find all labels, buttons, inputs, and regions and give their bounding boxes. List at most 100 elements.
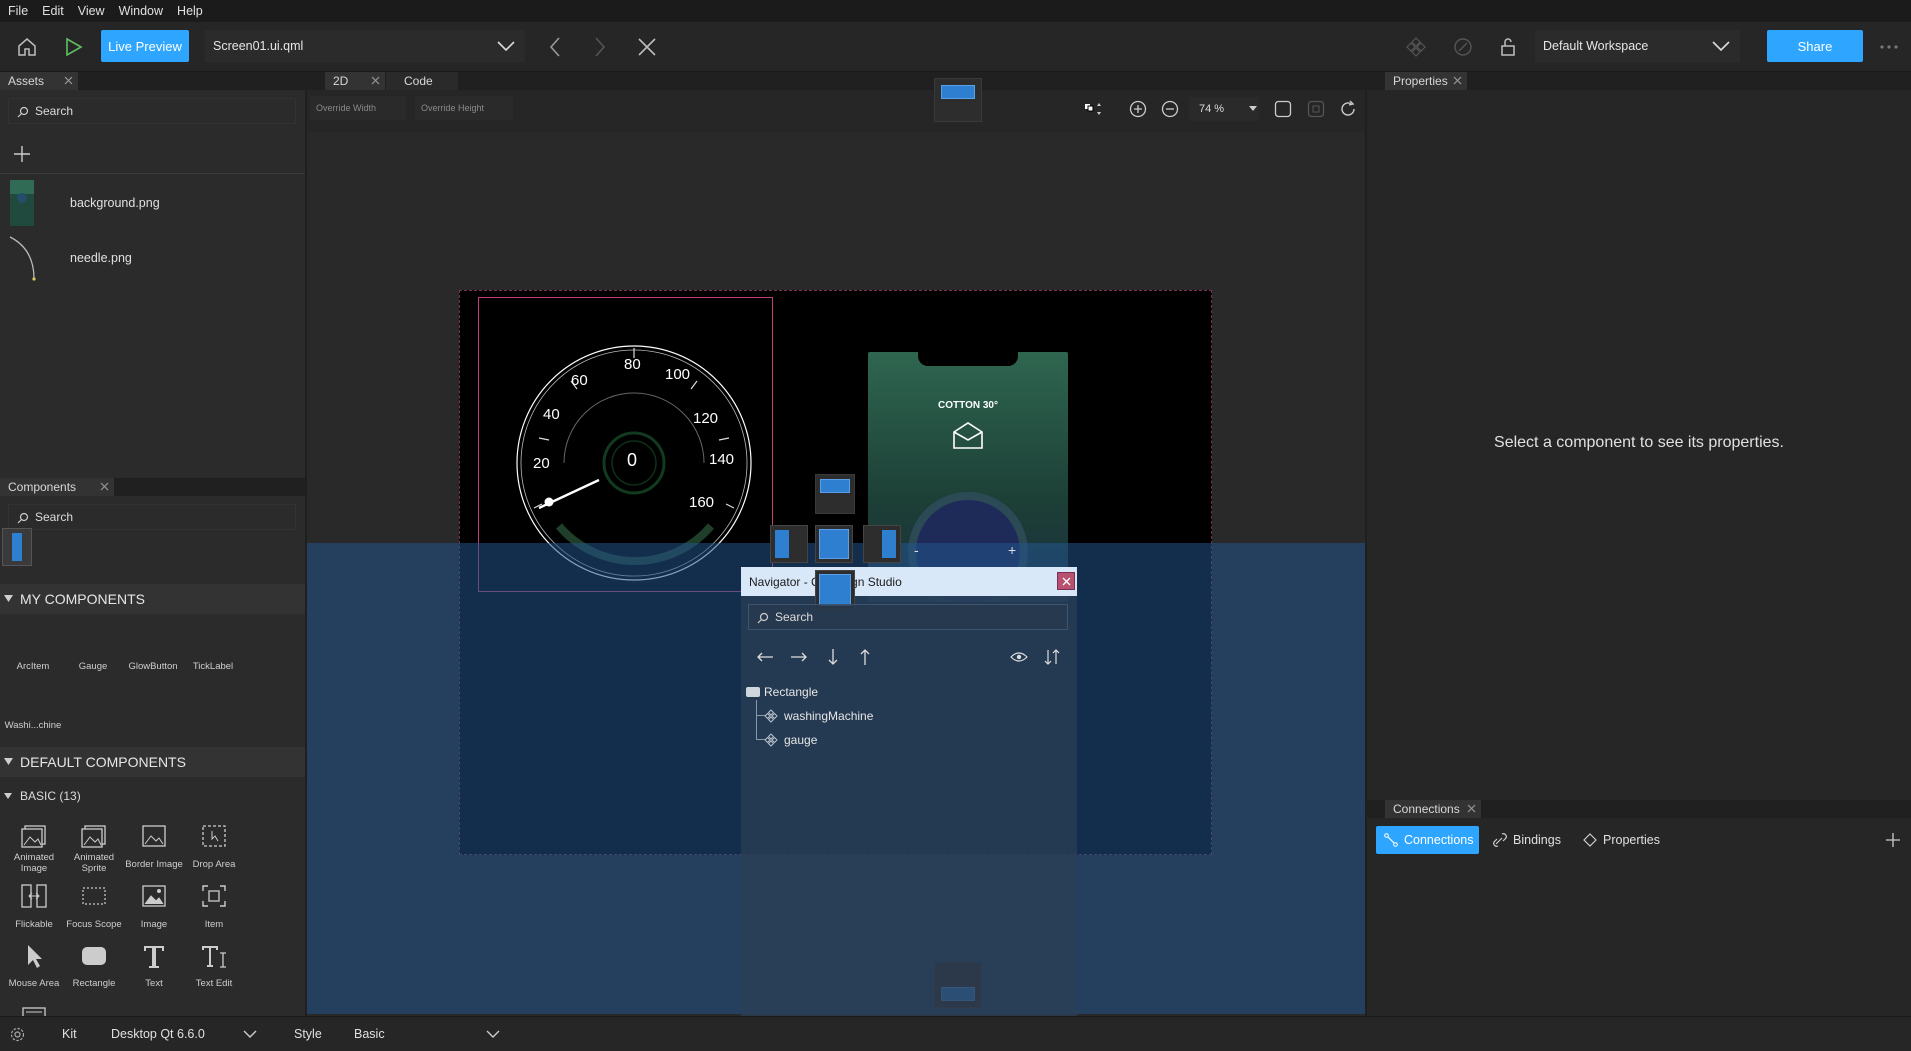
move-left-icon[interactable] bbox=[756, 650, 774, 664]
style-selector[interactable]: Basic bbox=[348, 1021, 508, 1047]
sort-icon[interactable] bbox=[1044, 648, 1060, 666]
home-icon[interactable] bbox=[14, 34, 40, 60]
tab-assets[interactable]: Assets bbox=[0, 72, 78, 90]
drag-handle[interactable] bbox=[2, 528, 32, 566]
search-icon bbox=[17, 106, 29, 118]
fit-selection-icon[interactable] bbox=[1307, 100, 1325, 118]
assets-search-input[interactable]: Search bbox=[8, 98, 296, 124]
kit-selector[interactable]: Desktop Qt 6.6.0 bbox=[105, 1021, 265, 1047]
phone-notch bbox=[918, 352, 1018, 366]
close-icon[interactable] bbox=[1466, 803, 1477, 814]
close-icon[interactable] bbox=[370, 75, 381, 86]
rectangle-icon[interactable] bbox=[80, 943, 108, 969]
visibility-eye-icon[interactable] bbox=[1010, 650, 1028, 664]
fit-to-view-icon[interactable] bbox=[1274, 100, 1292, 118]
add-connection-icon[interactable] bbox=[1885, 832, 1901, 848]
subtab-properties[interactable]: Properties bbox=[1579, 826, 1679, 854]
gauge-center-value: 0 bbox=[627, 450, 638, 470]
run-icon[interactable] bbox=[60, 34, 86, 60]
close-icon[interactable] bbox=[63, 75, 74, 86]
text-icon[interactable] bbox=[140, 943, 168, 969]
my-component-item[interactable]: TickLabel bbox=[183, 661, 243, 672]
subtab-bindings[interactable]: Bindings bbox=[1489, 826, 1569, 854]
text-edit-icon[interactable] bbox=[200, 943, 228, 969]
component-label: Animated Image bbox=[13, 852, 55, 874]
navigator-title-bar[interactable]: Navigator - Qt Design Studio bbox=[741, 567, 1077, 596]
tab-components[interactable]: Components bbox=[0, 478, 114, 496]
navigator-search-input[interactable]: Search bbox=[748, 604, 1068, 630]
edit-annotation-icon[interactable] bbox=[1450, 34, 1476, 60]
background-color-icon[interactable] bbox=[1085, 102, 1103, 116]
components-search-input[interactable]: Search bbox=[8, 504, 296, 530]
subtab-connections[interactable]: Connections bbox=[1376, 826, 1479, 854]
component-label: Flickable bbox=[15, 919, 53, 930]
tab-2d[interactable]: 2D bbox=[325, 72, 385, 90]
lock-icon[interactable] bbox=[1495, 34, 1521, 60]
my-component-item[interactable]: GlowButton bbox=[123, 661, 183, 672]
tab-code[interactable]: Code bbox=[386, 72, 458, 90]
style-label: Style bbox=[294, 1027, 322, 1041]
workspace-selector[interactable]: Default Workspace bbox=[1535, 30, 1740, 62]
close-icon[interactable] bbox=[99, 481, 110, 492]
my-component-item[interactable]: ArcItem bbox=[3, 661, 63, 672]
tree-item-washingmachine[interactable]: washingMachine bbox=[762, 706, 1062, 726]
dock-handle-top[interactable] bbox=[934, 78, 982, 122]
zoom-out-icon[interactable] bbox=[1161, 100, 1179, 118]
asset-item[interactable]: background.png bbox=[0, 176, 305, 230]
tree-item-gauge[interactable]: gauge bbox=[762, 730, 1062, 750]
tab-properties[interactable]: Properties bbox=[1385, 72, 1467, 90]
dock-handle-right[interactable] bbox=[863, 525, 901, 563]
my-component-item[interactable]: Gauge bbox=[63, 661, 123, 672]
default-components-header[interactable]: DEFAULT COMPONENTS bbox=[0, 747, 305, 777]
share-button[interactable]: Share bbox=[1767, 30, 1863, 62]
more-components-icon[interactable] bbox=[22, 1004, 46, 1016]
increase-button[interactable]: + bbox=[1008, 542, 1016, 558]
border-image-icon[interactable] bbox=[140, 823, 168, 849]
zoom-level-select[interactable]: 74 % bbox=[1189, 97, 1259, 121]
reset-view-icon[interactable] bbox=[1339, 100, 1357, 118]
add-asset-icon[interactable] bbox=[12, 144, 32, 164]
dock-handle-center[interactable] bbox=[815, 525, 853, 563]
item-icon[interactable] bbox=[200, 883, 228, 909]
image-icon[interactable] bbox=[140, 883, 168, 909]
flickable-icon[interactable] bbox=[20, 883, 48, 909]
tab-connections[interactable]: Connections bbox=[1385, 800, 1481, 818]
menu-file[interactable]: File bbox=[8, 4, 28, 18]
file-selector[interactable]: Screen01.ui.qml bbox=[205, 30, 525, 62]
mouse-area-icon[interactable] bbox=[20, 943, 48, 969]
move-up-icon[interactable] bbox=[858, 648, 872, 666]
menu-view[interactable]: View bbox=[78, 4, 105, 18]
close-icon[interactable] bbox=[1452, 75, 1463, 86]
menu-window[interactable]: Window bbox=[119, 4, 163, 18]
override-height-input[interactable]: Override Height bbox=[415, 96, 513, 120]
live-preview-button[interactable]: Live Preview bbox=[101, 30, 189, 62]
navigator-close-button[interactable] bbox=[1057, 572, 1075, 590]
back-icon[interactable] bbox=[542, 34, 568, 60]
forward-icon[interactable] bbox=[587, 34, 613, 60]
zoom-in-icon[interactable] bbox=[1129, 100, 1147, 118]
dock-handle-left[interactable] bbox=[770, 525, 808, 563]
more-options-icon[interactable] bbox=[1876, 34, 1902, 60]
menu-help[interactable]: Help bbox=[177, 4, 203, 18]
chevron-down-icon bbox=[497, 40, 515, 52]
dock-handle-center-top[interactable] bbox=[815, 474, 855, 514]
drop-area-icon[interactable] bbox=[200, 823, 228, 849]
my-component-item[interactable]: Washi...chine bbox=[3, 720, 63, 731]
override-width-input[interactable]: Override Width bbox=[310, 96, 406, 120]
kit-label: Kit bbox=[62, 1027, 77, 1041]
menu-edit[interactable]: Edit bbox=[42, 4, 64, 18]
focus-scope-icon[interactable] bbox=[80, 883, 108, 909]
my-components-header[interactable]: MY COMPONENTS bbox=[0, 584, 305, 614]
basic-section-header[interactable]: BASIC (13) bbox=[0, 784, 305, 808]
decrease-button[interactable]: - bbox=[914, 542, 919, 558]
animated-sprite-icon[interactable] bbox=[80, 823, 108, 849]
tree-item-rectangle[interactable]: Rectangle bbox=[743, 682, 1063, 702]
animated-image-icon[interactable] bbox=[20, 823, 48, 849]
component-icon[interactable] bbox=[1403, 34, 1429, 60]
move-right-icon[interactable] bbox=[790, 650, 808, 664]
component-label: Item bbox=[204, 919, 224, 930]
close-document-icon[interactable] bbox=[634, 34, 660, 60]
settings-gear-icon[interactable] bbox=[10, 1027, 25, 1042]
move-down-icon[interactable] bbox=[826, 648, 840, 666]
asset-item[interactable]: needle.png bbox=[0, 231, 305, 285]
